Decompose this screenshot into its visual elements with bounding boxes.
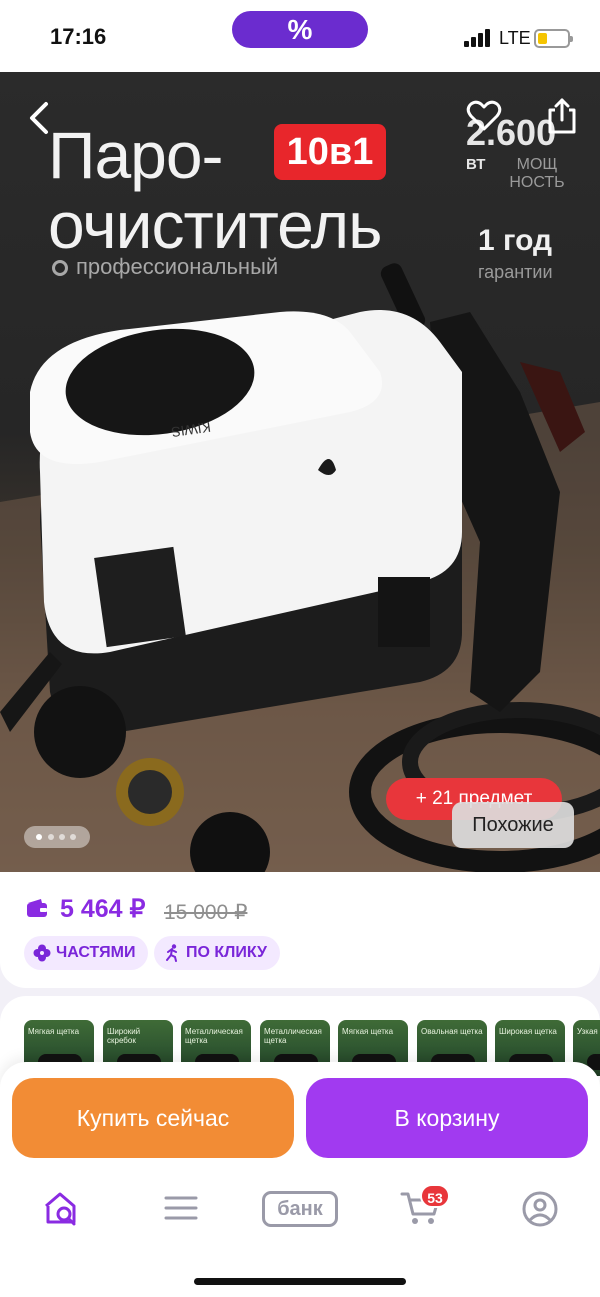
power-unit: ВТ (466, 156, 486, 173)
variant-label: Широкий скребок (107, 1027, 141, 1045)
hero-title-line2: очиститель (48, 188, 383, 262)
signal-icon (464, 29, 492, 47)
buy-now-button[interactable]: Купить сейчас (12, 1078, 294, 1158)
variant-label: Мягкая щетка (28, 1027, 80, 1036)
cart-count-badge: 53 (420, 1184, 450, 1208)
tab-home[interactable] (20, 1178, 100, 1238)
pager-dot (70, 834, 76, 840)
pager-dot (48, 834, 54, 840)
bottom-action-bar: Купить сейчас В корзину банк 53 (0, 1062, 600, 1297)
hero-subtitle: профессиональный (52, 254, 278, 280)
target-icon (52, 260, 68, 276)
warranty-value: 1 год (478, 224, 553, 257)
home-indicator (194, 1278, 406, 1285)
network-label: LTE (499, 28, 531, 48)
product-gallery[interactable]: KIWIS Паро- очиститель 10в1 профессионал… (0, 72, 600, 872)
promo-pill[interactable]: % (232, 11, 368, 48)
profile-icon (522, 1191, 558, 1227)
tab-profile[interactable] (500, 1178, 580, 1238)
status-time: 17:16 (50, 24, 107, 49)
status-bar: 17:16 % LTE (0, 0, 600, 72)
favorite-heart-icon[interactable] (466, 100, 502, 132)
installments-chip[interactable]: ЧАСТЯМИ (24, 936, 148, 970)
share-icon[interactable] (546, 96, 578, 136)
price-card: 5 464 ₽ 15 000 ₽ ЧАСТЯМИ ПО КЛИКУ (0, 872, 600, 988)
variant-label: Узкая щ (577, 1027, 600, 1036)
back-arrow-icon[interactable] (24, 98, 56, 138)
old-price: 15 000 ₽ (164, 901, 248, 924)
tab-bar: банк (0, 1178, 600, 1238)
variant-label: Металлическая щетка (185, 1027, 243, 1045)
running-person-icon (166, 944, 177, 962)
pager-dot (59, 834, 65, 840)
pager-dot (36, 834, 42, 840)
catalog-icon (164, 1196, 198, 1220)
variant-label: Широкая щетка (499, 1027, 557, 1036)
wallet-icon (27, 899, 47, 917)
tab-catalog[interactable] (140, 1178, 220, 1238)
hero-subtitle-text: профессиональный (76, 254, 279, 279)
tab-bank[interactable]: банк (262, 1191, 338, 1227)
current-price: 5 464 ₽ (60, 895, 146, 923)
clover-icon (33, 944, 51, 962)
battery-icon (534, 29, 573, 48)
similar-button[interactable]: Похожие (452, 802, 574, 848)
one-click-label: ПО КЛИКУ (186, 944, 267, 961)
variant-label: Металлическая щетка (264, 1027, 322, 1045)
ten-in-one-badge: 10в1 (274, 124, 386, 180)
installments-label: ЧАСТЯМИ (56, 944, 136, 961)
gallery-pager (24, 826, 90, 848)
warranty-label: гарантии (478, 262, 553, 282)
power-label: МОЩ НОСТЬ (509, 156, 565, 191)
add-to-cart-button[interactable]: В корзину (306, 1078, 588, 1158)
home-search-icon (45, 1192, 76, 1226)
variant-label: Мягкая щетка (342, 1027, 394, 1036)
app-screen: 17:16 % LTE KIWIS Паро- очиститель 10в1 … (0, 0, 600, 1297)
variant-label: Овальная щетка (421, 1027, 483, 1036)
one-click-chip[interactable]: ПО КЛИКУ (154, 936, 280, 970)
